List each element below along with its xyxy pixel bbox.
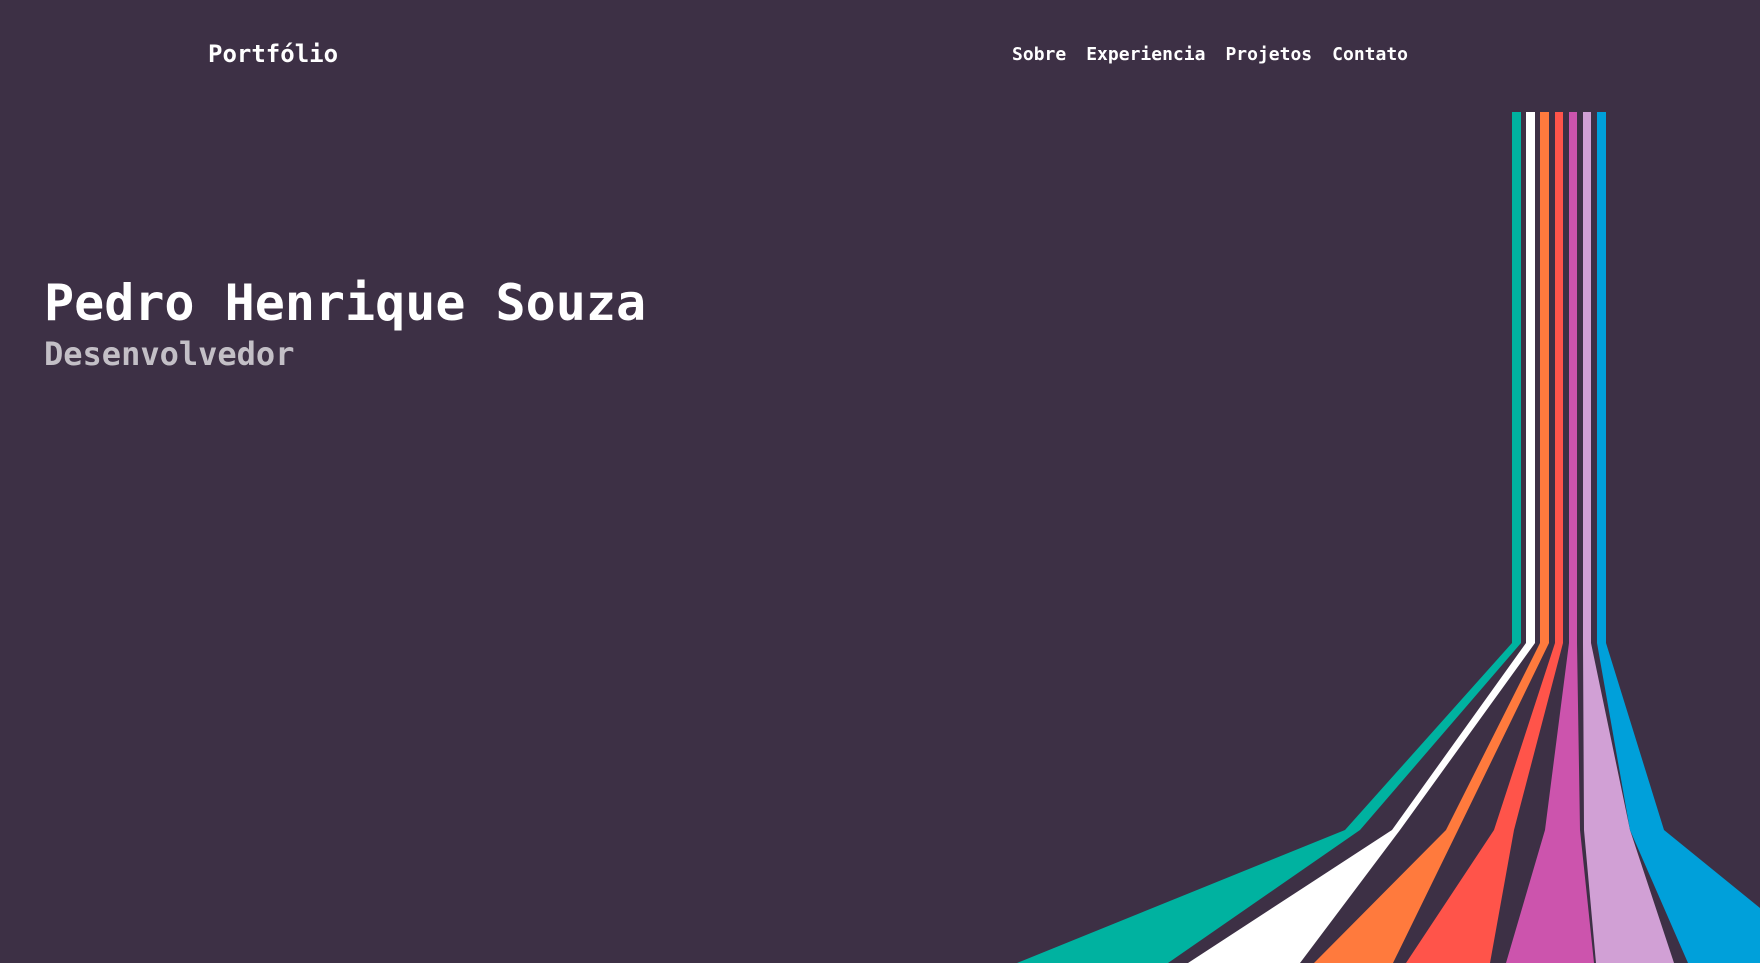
nav-link-projetos[interactable]: Projetos [1225, 44, 1312, 65]
stripe-red [1406, 112, 1563, 963]
brand-link[interactable]: Portfólio [208, 40, 338, 68]
stripe-lavender [1583, 112, 1674, 963]
stripe-blue [1597, 112, 1760, 963]
hero-name: Pedro Henrique Souza [44, 274, 647, 332]
decorative-stripes [1017, 112, 1760, 963]
nav-link-contato[interactable]: Contato [1332, 44, 1408, 65]
nav-link-experiencia[interactable]: Experiencia [1086, 44, 1205, 65]
nav-link-sobre[interactable]: Sobre [1012, 44, 1066, 65]
stripe-teal [1017, 112, 1521, 963]
hero-role: Desenvolvedor [44, 335, 295, 373]
stripe-magenta [1506, 112, 1594, 963]
main-nav: Sobre Experiencia Projetos Contato [1012, 44, 1408, 65]
stripe-orange [1314, 112, 1549, 963]
page: Portfólio Sobre Experiencia Projetos Con… [0, 0, 1760, 963]
stripe-white [1188, 112, 1535, 963]
hero: Pedro Henrique Souza Desenvolvedor [44, 272, 646, 374]
